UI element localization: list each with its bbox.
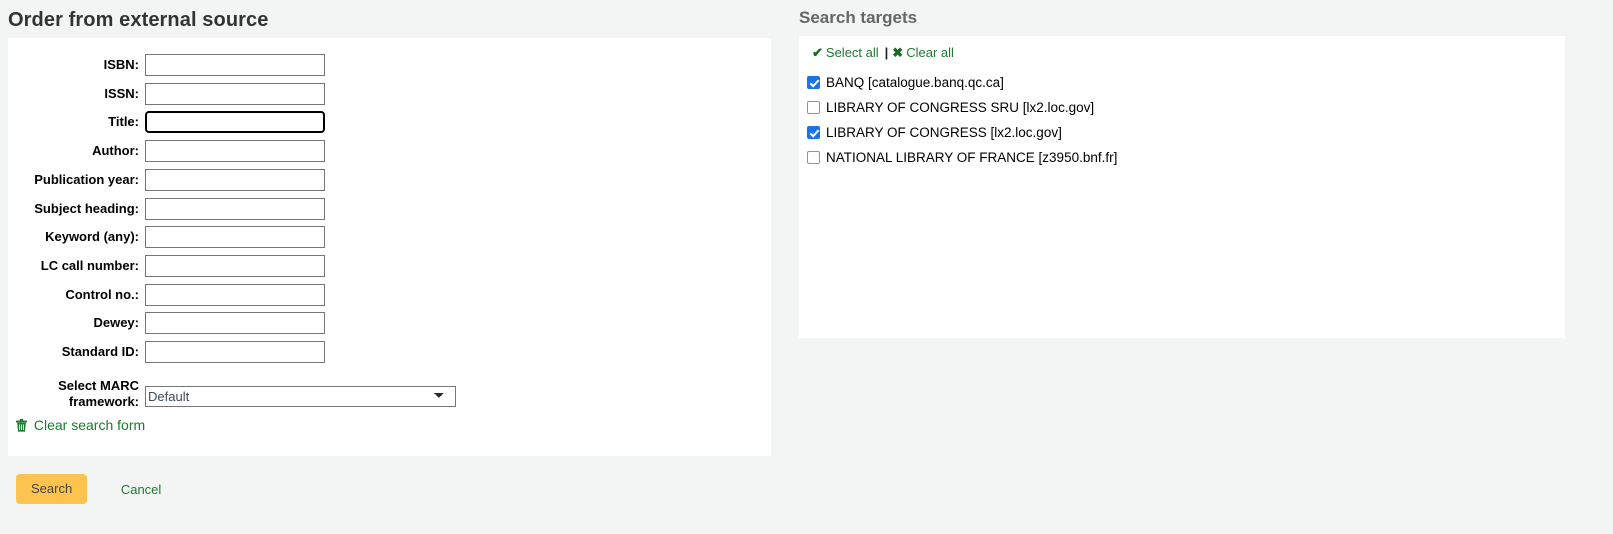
clear-all-link[interactable]: ✖ Clear all	[892, 45, 954, 60]
search-targets-title: Search targets	[799, 8, 918, 27]
search-target-list: BANQ [catalogue.banq.qc.ca] LIBRARY OF CO…	[807, 70, 1559, 170]
input-standard-id[interactable]	[145, 341, 325, 363]
form-row-title: Title:	[8, 111, 338, 134]
input-keyword-any[interactable]	[145, 226, 325, 249]
input-dewey[interactable]	[145, 312, 325, 335]
form-row-subject-heading: Subject heading:	[8, 197, 338, 220]
input-isbn[interactable]	[145, 54, 325, 76]
clear-search-form-label: Clear search form	[33, 417, 146, 433]
input-lc-call-number[interactable]	[145, 254, 325, 277]
label-lc-call-number: LC call number:	[40, 257, 139, 273]
form-row-issn: ISSN:	[8, 82, 338, 105]
search-targets-panel: ✔ Select all | ✖ Clear all BANQ [catalogue.b…	[799, 36, 1565, 338]
page-root: Order from external source ISBN: ISSN: Tit…	[0, 0, 1613, 534]
input-author[interactable]	[145, 140, 325, 163]
marc-framework-select[interactable]: Default	[145, 386, 456, 407]
form-row-isbn: ISBN:	[8, 54, 338, 76]
check-icon: ✔	[812, 45, 823, 60]
form-row-author: Author:	[8, 140, 338, 163]
input-control-no[interactable]	[145, 283, 325, 306]
form-row-keyword-any: Keyword (any):	[8, 226, 338, 249]
marc-framework-label: Select MARC framework:	[8, 378, 139, 410]
form-row-lc-call-number: LC call number:	[8, 254, 338, 277]
input-title[interactable]	[145, 111, 325, 134]
search-target-item[interactable]: BANQ [catalogue.banq.qc.ca]	[807, 70, 1559, 95]
cancel-button[interactable]: Cancel	[121, 482, 161, 497]
label-issn: ISSN:	[104, 85, 139, 101]
clear-search-form-link[interactable]: Clear search form	[16, 416, 145, 436]
label-publication-year: Publication year:	[34, 171, 139, 187]
label-subject-heading: Subject heading:	[34, 200, 139, 216]
label-author: Author:	[92, 143, 139, 159]
label-control-no: Control no.:	[65, 286, 139, 302]
trash-icon	[16, 418, 27, 436]
label-keyword-any: Keyword (any):	[45, 229, 139, 245]
form-row-standard-id: Standard ID:	[8, 341, 338, 363]
search-target-checkbox[interactable]	[807, 76, 820, 89]
clear-all-label: Clear all	[906, 45, 954, 60]
search-target-checkbox[interactable]	[807, 126, 820, 139]
marc-framework-label-line1: Select MARC	[58, 378, 139, 393]
search-target-label: LIBRARY OF CONGRESS [lx2.loc.gov]	[826, 125, 1062, 140]
search-target-label: BANQ [catalogue.banq.qc.ca]	[826, 75, 1004, 90]
input-subject-heading[interactable]	[145, 197, 325, 220]
input-issn[interactable]	[145, 82, 325, 105]
input-publication-year[interactable]	[145, 168, 325, 191]
search-target-item[interactable]: LIBRARY OF CONGRESS SRU [lx2.loc.gov]	[807, 95, 1559, 120]
search-target-label: NATIONAL LIBRARY OF FRANCE [z3950.bnf.fr…	[826, 150, 1118, 165]
form-actions: Search Cancel	[16, 474, 161, 506]
select-all-link[interactable]: ✔ Select all	[812, 45, 879, 60]
page-title: Order from external source	[8, 9, 269, 31]
select-actions-bar: ✔ Select all | ✖ Clear all	[812, 45, 954, 61]
search-target-checkbox[interactable]	[807, 151, 820, 164]
label-title: Title:	[108, 114, 139, 130]
marc-framework-label-line2: framework:	[68, 394, 139, 409]
search-button[interactable]: Search	[16, 474, 88, 504]
order-form-column: Order from external source ISBN: ISSN: Tit…	[0, 0, 771, 504]
label-dewey: Dewey:	[93, 315, 139, 331]
search-target-label: LIBRARY OF CONGRESS SRU [lx2.loc.gov]	[826, 100, 1095, 115]
form-row-publication-year: Publication year:	[8, 168, 338, 191]
form-row-control-no: Control no.:	[8, 283, 338, 306]
search-target-checkbox[interactable]	[807, 101, 820, 114]
select-all-label: Select all	[825, 45, 879, 60]
label-standard-id: Standard ID:	[61, 344, 139, 359]
actions-separator: |	[884, 45, 889, 60]
search-target-item[interactable]: NATIONAL LIBRARY OF FRANCE [z3950.bnf.fr…	[807, 145, 1559, 170]
search-targets-column: Search targets ✔ Select all | ✖ Clear all BA…	[791, 0, 1581, 338]
search-target-item[interactable]: LIBRARY OF CONGRESS [lx2.loc.gov]	[807, 120, 1559, 145]
search-form-panel: ISBN: ISSN: Title: Author: Publication year:…	[8, 38, 771, 456]
label-isbn: ISBN:	[103, 57, 139, 72]
form-row-dewey: Dewey:	[8, 312, 338, 335]
cross-icon: ✖	[892, 45, 904, 60]
